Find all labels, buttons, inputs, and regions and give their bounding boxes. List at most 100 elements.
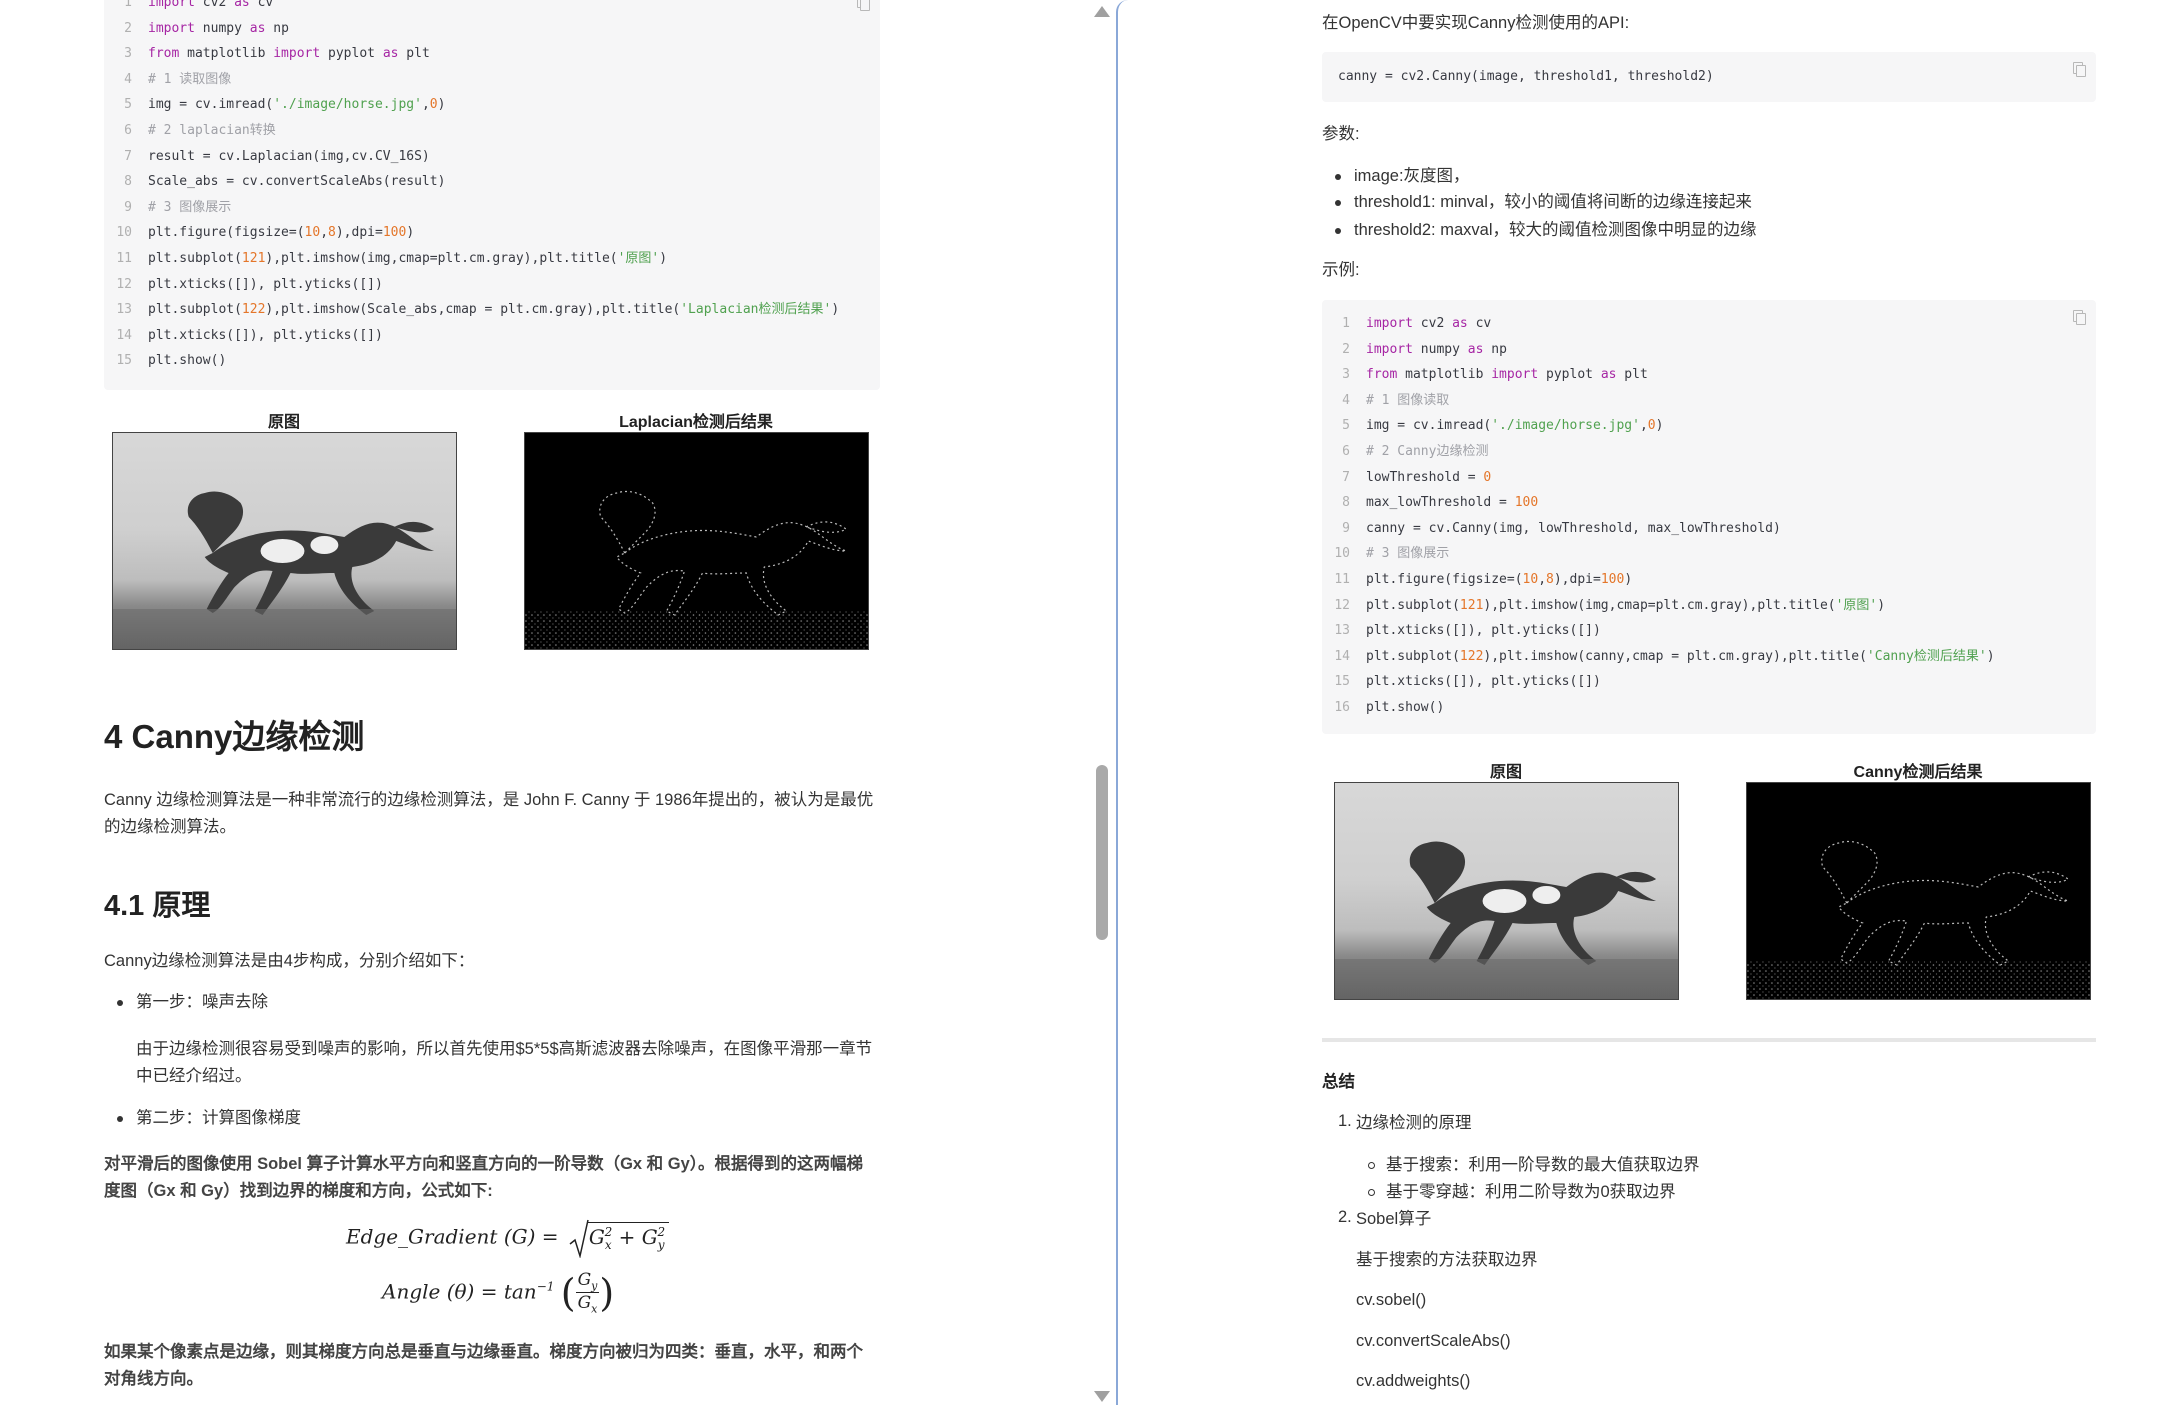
line-number: 7 [124,148,132,164]
code-line: 10 plt.figure(figsize=(10,8),dpi=100) [104,224,414,242]
copy-icon[interactable] [2073,310,2086,325]
ordered-list-number: 2. [1338,1208,1352,1226]
code-line: 3 from matplotlib import pyplot as plt [104,45,430,63]
line-number: 1 [124,0,132,10]
code-line: 4 # 1 读取图像 [104,71,231,89]
code-line: 6 # 2 Canny边缘检测 [1322,443,1488,461]
scrollbar-thumb[interactable] [1096,765,1108,940]
code-line: 1 import cv2 as cv [104,0,273,12]
line-number: 15 [1334,674,1350,690]
edge-gradient-formula: Edge_Gradient (G) = Gx2 + Gy2 [346,1218,670,1260]
code-line: 15 plt.xticks([]), plt.yticks([]) [1322,673,1600,691]
figure-title-canny: Canny检测后结果 [1853,764,1983,781]
line-number: 1 [1342,316,1350,331]
line-number: 13 [1334,623,1350,639]
line-number: 5 [124,97,132,113]
sqrt-symbol [569,1219,589,1259]
summary-subitem: 基于搜索：利用一阶导数的最大值获取边界 [1368,1152,1700,1178]
line-number: 9 [1342,520,1350,536]
code-line: 4 # 1 图像读取 [1322,392,1449,410]
section-heading-canny: 4 Canny边缘检测 [104,718,365,755]
code-line: 2 import numpy as np [104,20,289,38]
code-line: 5 img = cv.imread('./image/horse.jpg',0) [104,96,445,114]
gradient-paragraph: 对平滑后的图像使用 Sobel 算子计算水平方向和竖直方向的一阶导数（Gx 和 … [104,1155,864,1200]
figure-title-original: 原图 [1489,764,1522,781]
line-number: 6 [1342,444,1350,459]
canny-intro-paragraph: Canny 边缘检测算法是一种非常流行的边缘检测算法，是 John F. Can… [104,791,874,836]
step1-bullet: 第一步：噪声去除 [117,989,268,1015]
param-item: threshold2: maxval，较大的阈值检测图像中明显的边缘 [1335,217,1757,243]
line-number: 15 [116,353,132,369]
code-line: 2 import numpy as np [1322,341,1507,359]
code-line: 1 import cv2 as cv [1322,315,1491,333]
summary-item-2-line: cv.sobel() [1356,1291,1427,1309]
line-number: 14 [116,327,132,343]
figure-title-laplacian: Laplacian检测后结果 [619,414,773,431]
gradient-direction-paragraph: 如果某个像素点是边缘，则其梯度方向总是垂直与边缘垂直。梯度方向被归为四类：垂直，… [104,1343,863,1388]
line-number: 14 [1334,648,1350,664]
horse-canny-image [1746,782,2091,1000]
summary-item-2-line: cv.addweights() [1356,1372,1471,1390]
scroll-up-arrow-icon[interactable] [1094,6,1110,17]
horizontal-divider [1322,1038,2096,1042]
api-code-block[interactable]: canny = cv2.Canny(image, threshold1, thr… [1322,52,2096,102]
params-label: 参数: [1322,125,1360,143]
code-line: 13 plt.subplot(122),plt.imshow(Scale_abs,… [104,301,839,319]
angle-formula: Angle (θ) = tan−1 (Gy Gx) [382,1270,615,1316]
summary-item-2-line: cv.convertScaleAbs() [1356,1332,1511,1350]
line-number: 11 [1334,572,1350,587]
edge-gradient-lhs: Edge_Gradient (G) = [346,1224,559,1249]
line-number: 12 [116,276,132,292]
line-number: 2 [1342,341,1350,357]
code-line: 15 plt.show() [104,352,226,370]
summary-heading: 总结 [1322,1073,1355,1091]
scroll-down-arrow-icon[interactable] [1094,1391,1110,1402]
line-number: 12 [1334,597,1350,613]
code-line: 11 plt.figure(figsize=(10,8),dpi=100) [1322,571,1632,589]
section-heading-principle: 4.1 原理 [104,890,211,922]
line-number: 11 [116,251,132,266]
line-number: 16 [1334,700,1350,715]
line-number: 8 [124,174,132,190]
code-line: 5 img = cv.imread('./image/horse.jpg',0) [1322,417,1663,435]
horse-original-image [112,432,457,650]
line-number: 5 [1342,418,1350,434]
step1-body: 由于边缘检测很容易受到噪声的影响，所以首先使用$5*5$高斯滤波器去除噪声，在图… [136,1040,873,1085]
code-line: 3 from matplotlib import pyplot as plt [1322,366,1648,384]
line-number: 7 [1342,469,1350,485]
code-line: 14 plt.subplot(122),plt.imshow(canny,cmap… [1322,648,1994,666]
line-number: 10 [116,225,132,241]
horse-original-image [1334,782,1679,1000]
summary-item-1: 边缘检测的原理 [1356,1114,1472,1132]
api-code-line: canny = cv2.Canny(image, threshold1, thr… [1338,69,1714,84]
code-line: 14 plt.xticks([]), plt.yticks([]) [104,327,382,345]
right-document-pane[interactable]: 在OpenCV中要实现Canny检测使用的API: canny = cv2.Ca… [1116,0,2173,1405]
vertical-scrollbar[interactable] [1088,0,1116,1405]
line-number: 4 [124,71,132,87]
line-number: 10 [1334,546,1350,562]
left-document-pane[interactable]: 1 import cv2 as cv 2 import numpy as np 3 fro… [0,0,1088,1405]
summary-subitem: 基于零穿越：利用二阶导数为0获取边界 [1368,1179,1676,1205]
line-number: 3 [1342,367,1350,383]
copy-icon[interactable] [2073,62,2086,77]
param-item: image:灰度图， [1335,163,1470,189]
laplacian-code-block[interactable]: 1 import cv2 as cv 2 import numpy as np 3 fro… [104,0,880,390]
canny-code-block[interactable]: 1 import cv2 as cv 2 import numpy as np 3 fro… [1322,300,2096,734]
code-line: 9 # 3 图像展示 [104,199,231,217]
angle-lhs: Angle (θ) = tan [382,1279,537,1304]
line-number: 8 [1342,495,1350,511]
code-line: 7 result = cv.Laplacian(img,cv.CV_16S) [104,148,430,166]
example-label: 示例: [1322,261,1360,279]
line-number: 2 [124,20,132,36]
copy-icon[interactable] [857,0,870,11]
principle-intro-paragraph: Canny边缘检测算法是由4步构成，分别介绍如下： [104,952,475,970]
code-line: 8 max_lowThreshold = 100 [1322,494,1538,512]
step2-bullet: 第二步：计算图像梯度 [117,1105,301,1131]
summary-item-2: Sobel算子 [1356,1210,1432,1228]
code-line: 9 canny = cv.Canny(img, lowThreshold, max… [1322,520,1781,538]
code-line: 10 # 3 图像展示 [1322,545,1449,563]
figure-title-original: 原图 [267,414,300,431]
horse-laplacian-image [524,432,869,650]
line-number: 3 [124,46,132,62]
code-line: 12 plt.subplot(121),plt.imshow(img,cmap=p… [1322,597,1885,615]
